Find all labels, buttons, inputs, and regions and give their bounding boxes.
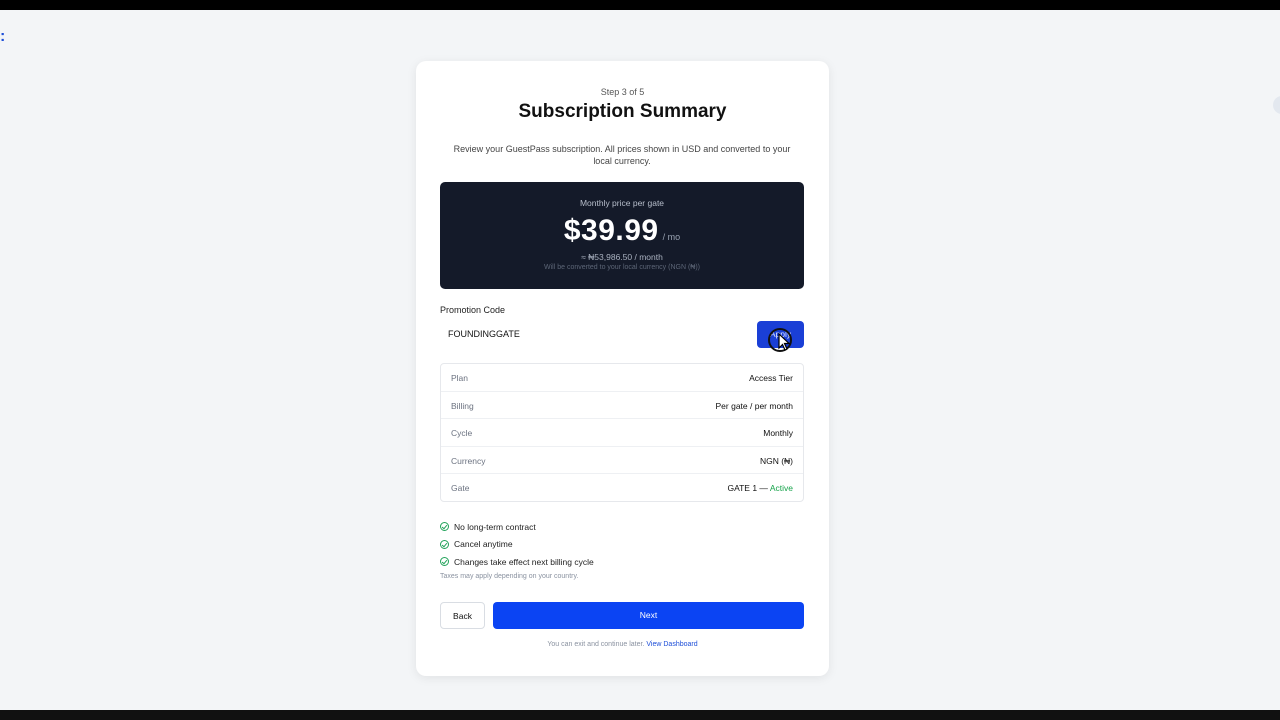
footer-note: You can exit and continue later. View Das…	[416, 641, 829, 648]
list-item: No long-term contract	[440, 518, 804, 536]
tax-note: Taxes may apply depending on your countr…	[440, 573, 579, 580]
check-circle-icon	[440, 557, 449, 567]
detail-value: Monthly	[763, 428, 793, 439]
subscription-details-table: Plan Access Tier Billing Per gate / per …	[440, 363, 804, 502]
gate-value: GATE 1 —	[727, 483, 768, 494]
status-badge: Active	[769, 483, 793, 494]
check-circle-icon	[440, 522, 449, 532]
local-price: ≈ ₦53,986.50 / month	[581, 252, 663, 262]
menu-icon[interactable]: :	[0, 28, 5, 46]
window-bottom-bar	[0, 710, 1280, 720]
back-button[interactable]: Back	[440, 602, 485, 629]
detail-value: Access Tier	[749, 373, 793, 383]
detail-row-plan: Plan Access Tier	[441, 364, 803, 392]
detail-row-currency: Currency NGN (₦)	[441, 447, 803, 475]
mouse-cursor-icon	[768, 328, 792, 352]
detail-value: Per gate / per month	[715, 400, 794, 411]
detail-row-cycle: Cycle Monthly	[441, 419, 803, 447]
detail-value: GATE 1 — Active	[727, 483, 793, 493]
detail-key: Gate	[451, 483, 470, 494]
price-unit: / mo	[662, 232, 681, 242]
footer-text: You can exit and continue later.	[547, 641, 645, 648]
price-label: Monthly price per gate	[579, 198, 665, 208]
window-top-bar	[0, 0, 1280, 10]
next-button[interactable]: Next	[493, 602, 804, 629]
floating-action-icon[interactable]	[1273, 96, 1280, 114]
view-dashboard-link[interactable]: View Dashboard	[646, 641, 697, 648]
subscription-card: Step 3 of 5 Subscription Summary Review …	[416, 61, 829, 676]
list-item: Changes take effect next billing cycle	[440, 553, 804, 571]
detail-row-billing: Billing Per gate / per month	[441, 392, 803, 420]
check-circle-icon	[440, 539, 449, 549]
detail-key: Currency	[451, 455, 486, 466]
detail-key: Billing	[451, 400, 474, 411]
detail-value: NGN (₦)	[759, 455, 793, 466]
promo-code-label: Promotion Code	[440, 305, 506, 315]
page-title: Subscription Summary	[518, 101, 727, 122]
conversion-note: Will be converted to your local currency…	[544, 264, 700, 271]
detail-key: Plan	[451, 373, 469, 383]
detail-key: Cycle	[451, 428, 473, 439]
feature-text: Changes take effect next billing cycle	[454, 556, 594, 567]
page-description: Review your GuestPass subscription. All …	[453, 144, 791, 166]
price-amount: $39.99	[563, 214, 659, 247]
feature-text: Cancel anytime	[454, 539, 513, 550]
price-row: $39.99/ mo	[440, 214, 804, 248]
list-item: Cancel anytime	[440, 536, 804, 554]
step-indicator: Step 3 of 5	[600, 87, 645, 97]
detail-row-gate: Gate GATE 1 — Active	[441, 474, 803, 502]
feature-list: No long-term contract Cancel anytime Cha…	[440, 518, 804, 571]
feature-text: No long-term contract	[454, 521, 536, 532]
price-panel: Monthly price per gate $39.99/ mo ≈ ₦53,…	[440, 182, 804, 289]
promo-code-input[interactable]	[440, 321, 750, 347]
